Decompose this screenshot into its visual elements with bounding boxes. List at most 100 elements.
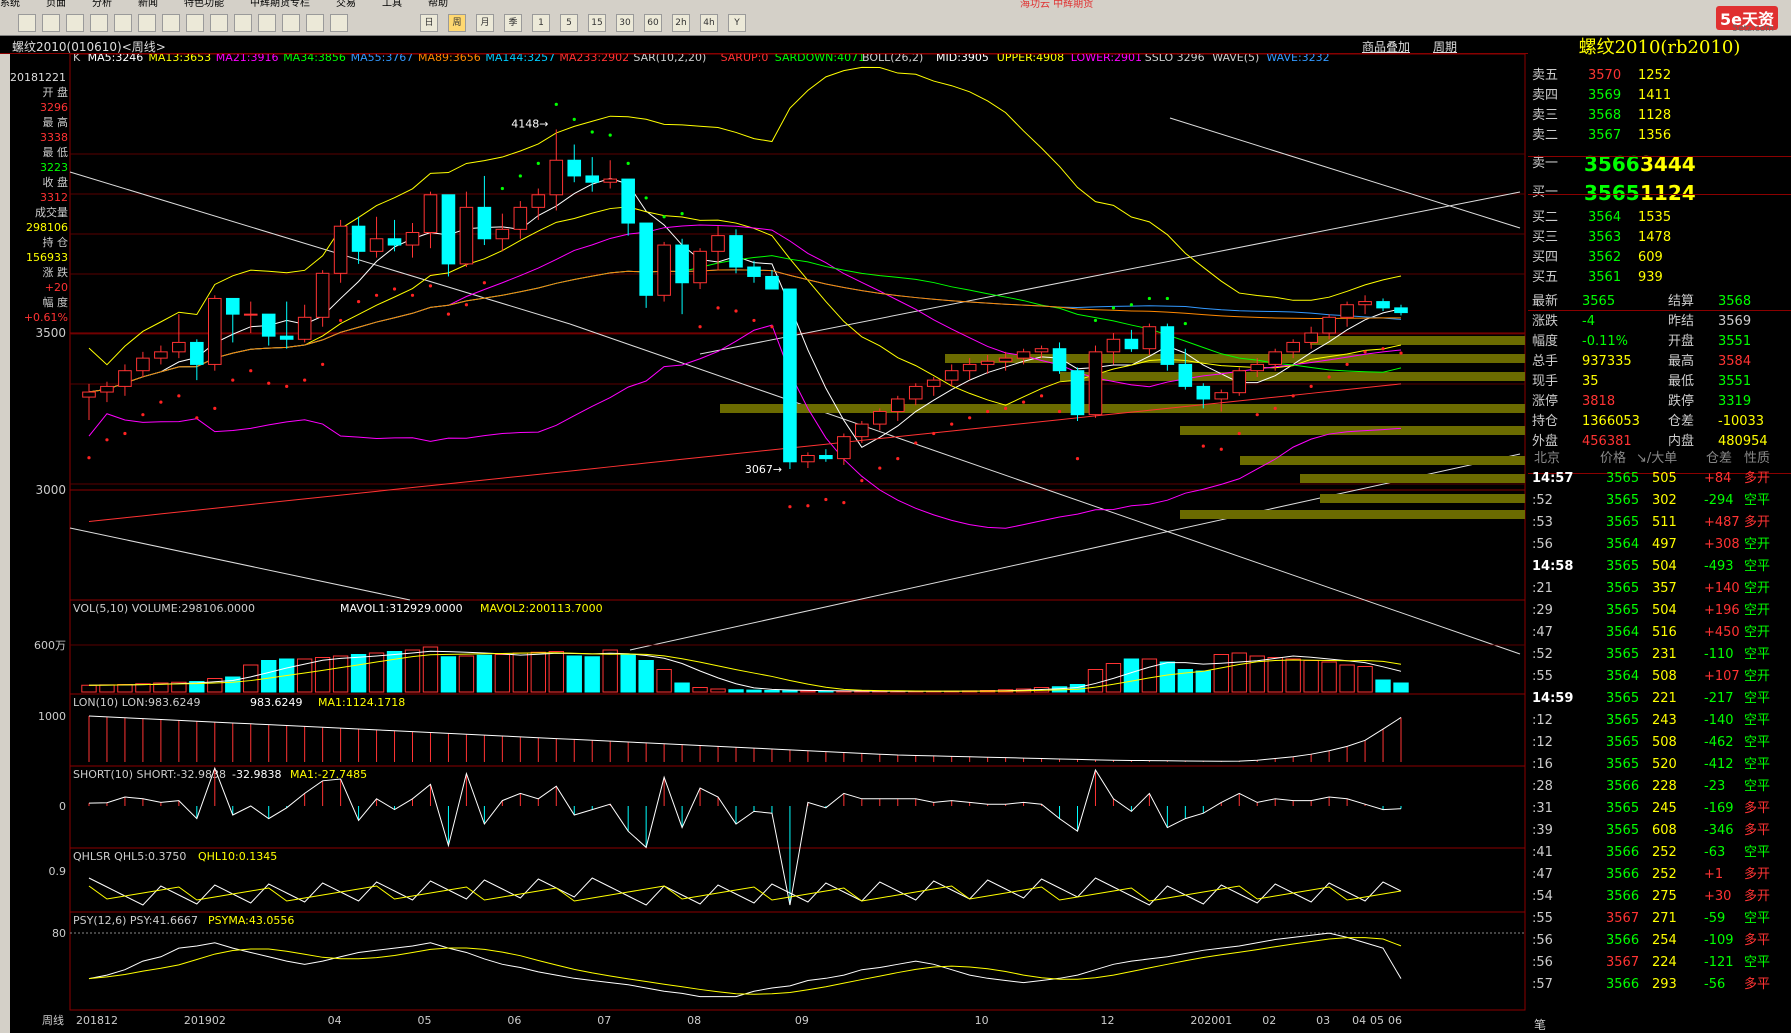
stat-row-1-cell: 涨跌 [1532,314,1559,329]
toolbar-tool-icon[interactable] [138,14,156,32]
menu-item-6[interactable]: 交易 [336,0,356,9]
toolbar-tool-icon[interactable] [114,14,132,32]
volume-profile-bar [1240,456,1525,465]
toolbar-tool-icon[interactable] [42,14,60,32]
menu-item-5[interactable]: 中辉期货专栏 [250,0,310,9]
trade-header-cell: 仓差 [1706,451,1733,466]
toolbar-tool-icon[interactable] [210,14,228,32]
toolbar-tool-icon[interactable] [282,14,300,32]
ma-indicator-7: MA144:3257 [485,54,555,64]
stat-row-4: 现手 35 最低 3551 [1528,372,1791,392]
menu-item-3[interactable]: 新闻 [138,0,158,9]
vol-tick-label: 600万 [34,639,66,652]
candle-up [315,272,330,318]
trade-row-16-cell: 608 [1652,823,1677,838]
menu-item-7[interactable]: 工具 [382,0,402,9]
ask-row-1-cell: 1411 [1638,88,1672,103]
period-button-2[interactable]: 月 [476,14,494,32]
sar-dot [518,174,522,178]
volume-bar-up [1231,652,1247,693]
bid-row-2: 买四 3562 609 [1528,248,1791,268]
candle-up [405,231,420,246]
toolbar-tool-icon[interactable] [162,14,180,32]
sar-dot [1255,413,1259,417]
trade-tab[interactable]: 笔 [1534,1016,1546,1033]
candle-up [873,411,887,425]
trade-row-0-cell: 14:57 [1532,471,1574,486]
period-button-11[interactable]: Y [728,14,746,32]
sar-dot [554,102,558,106]
candle-up [1250,363,1265,372]
candle-down [567,159,582,177]
ma-indicator-17: WAVE(5) [1212,54,1259,64]
trade-row-8-cell: 3565 [1606,647,1640,662]
period-button-10[interactable]: 4h [700,14,718,32]
volume-bar-down [764,690,780,693]
trade-row-7-cell: 516 [1652,625,1677,640]
period-button-6[interactable]: 15 [588,14,606,32]
sar-dot [249,369,253,373]
period-button-9[interactable]: 2h [672,14,690,32]
sar-dot [428,284,433,288]
toolbar-tool-icon[interactable] [66,14,84,32]
ma-indicator-2: MA13:3653 [148,54,211,64]
candle-down [675,244,689,284]
period-button-4[interactable]: 1 [532,14,550,32]
toolbar-tool-icon[interactable] [18,14,36,32]
toolbar-tool-icon[interactable] [186,14,204,32]
trade-row-21-cell: 3566 [1606,933,1640,948]
period-button-7[interactable]: 30 [616,14,634,32]
window-title: 螺纹2010(010610)<周线> [12,40,166,54]
menu-item-0[interactable]: 系统 [0,0,20,9]
period-button[interactable]: 周期 [1433,38,1457,55]
trade-row-1-cell: -294 [1704,493,1734,508]
candle-down [190,341,204,365]
trade-row-10-cell: 3565 [1606,691,1640,706]
candle-down [585,175,600,183]
candle-up [998,357,1013,362]
toolbar-tool-icon[interactable] [330,14,348,32]
trade-row-11-cell: 3565 [1606,713,1640,728]
period-button-8[interactable]: 60 [644,14,662,32]
toolbar-tool-icon[interactable] [306,14,324,32]
menu-item-8[interactable]: 帮助 [428,0,448,9]
sar-dot [482,281,486,285]
bid-row-1: 买三 3563 1478 [1528,228,1791,248]
main-chart-area[interactable]: K MA5:3246 MA13:3653 MA21:3916 MA34:3856 MA55… [0,54,1528,1033]
sar-dot [1237,431,1241,436]
menu-item-4[interactable]: 特色功能 [184,0,224,9]
trade-row-17-cell: :41 [1532,845,1553,860]
bid-row-1-cell: 1478 [1638,230,1672,245]
overlay-button[interactable]: 商品叠加 [1362,38,1410,55]
toolbar-tool-icon[interactable] [90,14,108,32]
stat-row-0-cell: 3568 [1718,294,1752,309]
sar-dot [734,309,738,313]
sar-dot [87,456,91,460]
menu-item-2[interactable]: 分析 [92,0,112,9]
toolbar-tool-icon[interactable] [234,14,252,32]
trade-row-19-cell: :54 [1532,889,1553,904]
trade-row-12-cell: -462 [1704,735,1734,750]
candle-up [944,370,959,381]
period-button-1[interactable]: 周 [448,14,466,32]
period-button-3[interactable]: 季 [504,14,522,32]
trade-row-14-cell: 空平 [1744,779,1771,794]
menu-item-1[interactable]: 页面 [46,0,66,9]
candle-down [387,238,402,246]
bid-row-3-cell: 买五 [1532,270,1559,285]
sar-dot [698,325,702,329]
sar-dot [159,400,163,404]
period-button-5[interactable]: 5 [560,14,578,32]
volume-bar-down [728,689,744,693]
sar-dot [950,422,954,426]
candle-down [225,297,240,315]
period-button-0[interactable]: 日 [420,14,438,32]
trade-row-11-cell: -140 [1704,713,1734,728]
ask-row-1-cell: 卖四 [1532,88,1559,103]
sar-dot [356,299,361,304]
trade-row-9-cell: 空开 [1744,669,1771,684]
info-open-label: 开 盘 [42,86,69,99]
sar-dot [1183,321,1187,326]
bid1-row-cell: 3565 [1584,181,1640,205]
toolbar-tool-icon[interactable] [258,14,276,32]
